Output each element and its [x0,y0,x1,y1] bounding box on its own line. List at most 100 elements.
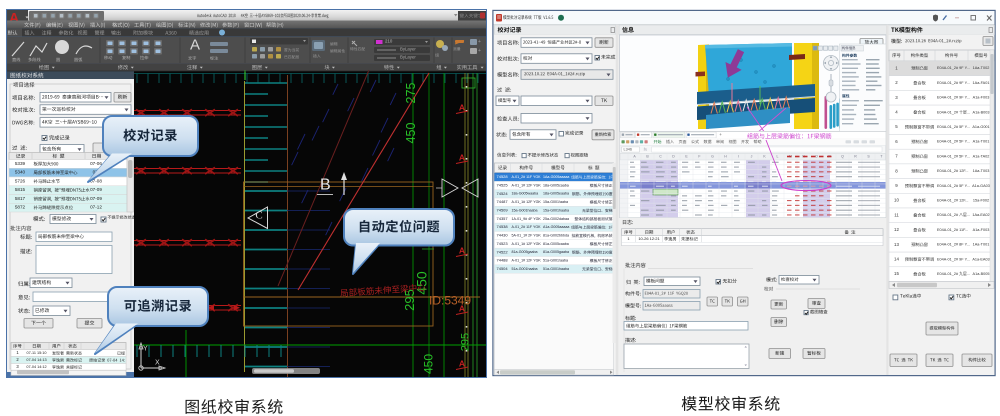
svg-text:07-04 14:12: 07-04 14:12 [26,365,46,369]
svg-text:74488: 74488 [497,258,509,263]
svg-text:+: + [478,48,481,54]
svg-text:74523: 74523 [497,241,509,246]
svg-text:275: 275 [404,83,418,104]
svg-text:15a-G001haaba: 15a-G001haaba [543,208,569,212]
svg-text:74525: 74525 [497,182,509,187]
svg-text:18a-G005eaaba: 18a-G005eaaba [543,192,569,196]
svg-text:A: A [459,246,465,256]
svg-text:1Aa-T002: 1Aa-T002 [973,66,990,70]
svg-text:81a-G005gaaba: 81a-G005gaaba [543,250,569,254]
svg-text:E04A-01_2# 9F Y...: E04A-01_2# 9F Y... [937,66,970,70]
svg-text:ByLayer: ByLayer [400,47,416,52]
svg-text:07-11 15:10: 07-11 15:10 [27,351,47,355]
svg-text:F: F [698,155,700,159]
svg-text:1A-01_9# 4F YGK: 1A-01_9# 4F YGK [512,217,542,221]
svg-text:5726: 5726 [15,178,26,183]
svg-text:I: I [738,155,739,159]
svg-text:81a-G002bbbda: 81a-G002bbbda [543,233,569,237]
svg-text:L: L [777,155,779,159]
svg-text:74509: 74509 [497,208,509,213]
svg-text:13: 13 [894,242,899,247]
svg-text:07-12: 07-12 [90,205,102,210]
svg-text:5339: 5339 [15,161,26,166]
svg-text:E04A-01_2# 九层...: E04A-01_2# 九层... [937,271,970,276]
svg-text:07-09: 07-09 [90,187,102,192]
svg-text:Y: Y [143,345,148,352]
svg-text:74528: 74528 [497,174,509,179]
svg-text:74430: 74430 [497,233,509,238]
svg-text:74538: 74538 [497,224,509,229]
svg-text:14: 14 [894,257,899,262]
svg-text:11: 11 [894,212,899,217]
svg-text:A1a-G001: A1a-G001 [972,125,989,129]
svg-text:A-01_1# 12F YGK: A-01_1# 12F YGK [512,259,542,263]
svg-text:A1a-F003: A1a-F003 [973,96,990,100]
svg-text:74524: 74524 [497,191,509,196]
svg-text:210: 210 [385,39,393,44]
svg-text:12: 12 [894,227,899,232]
svg-text:07-06: 07-06 [90,161,102,166]
svg-text:Q: Q [841,155,844,159]
svg-text:E04A-01_2# 12F...: E04A-01_2# 12F... [937,198,968,202]
svg-text:E04A-01_2# 5F Y...: E04A-01_2# 5F Y... [937,184,970,188]
svg-text:A1a-B005: A1a-B005 [973,272,990,276]
svg-text:A1a-G005aaaaa: A1a-G005aaaaa [543,225,569,229]
svg-text:J: J [751,155,753,159]
svg-text:5A-01_1# 2F YGK: 5A-01_1# 2F YGK [512,233,542,237]
svg-text:1Aa-EA02: 1Aa-EA02 [972,213,989,217]
svg-text:18a-G005caaba: 18a-G005caaba [543,183,569,187]
svg-text:A-01_1# 12F YGK: A-01_1# 12F YGK [512,183,542,187]
svg-text:15a-F002: 15a-F002 [973,198,989,202]
svg-text:1Aa-T001: 1Aa-T001 [973,243,990,247]
svg-text:E04A-01_2# 八层...: E04A-01_2# 八层... [937,212,970,217]
svg-text:A: A [459,359,465,369]
svg-text:74522: 74522 [497,249,509,254]
svg-text:81a-G005gaaba: 81a-G005gaaba [512,250,538,254]
svg-text:1Aa-G005aaaaa: 1Aa-G005aaaaa [543,175,569,179]
svg-text:A: A [190,37,200,54]
svg-text:450: 450 [421,354,435,374]
svg-text:A-01_1# 12F YGK: A-01_1# 12F YGK [512,200,542,204]
svg-text:C: C [255,210,262,222]
svg-text:O: O [815,155,818,159]
svg-text:A1a-EA03: A1a-EA03 [972,257,989,261]
svg-text:1Aa-FA01: 1Aa-FA01 [973,81,990,85]
svg-text:A1a-GA03: A1a-GA03 [972,184,990,188]
svg-text:5815: 5815 [15,187,26,192]
svg-text:295: 295 [459,333,471,351]
svg-text:15: 15 [894,271,899,276]
svg-text:E04A-01_2# 5F Y...: E04A-01_2# 5F Y... [937,125,970,129]
svg-text:A-01_1# 12F YGK: A-01_1# 12F YGK [512,242,542,246]
svg-text:450: 450 [404,123,418,144]
svg-text:74357: 74357 [497,216,509,221]
svg-text:E04A-01_2# 12F...: E04A-01_2# 12F... [937,169,968,173]
svg-text:51a-G001haaba: 51a-G001haaba [512,267,538,271]
svg-text:5340: 5340 [15,170,26,175]
svg-text:A1a-B003: A1a-B003 [973,110,990,114]
svg-text:1Aa-T003: 1Aa-T003 [973,169,990,173]
svg-text:L346: L346 [624,147,632,151]
svg-text:E04A-01_2# 9F Y...: E04A-01_2# 9F Y... [937,96,970,100]
svg-text:5817: 5817 [15,196,26,201]
svg-text:81a-G005caaba: 81a-G005caaba [543,242,569,246]
svg-text:ByLayer: ByLayer [400,55,416,60]
svg-text:A: A [459,153,465,163]
svg-text:25a-G002dabaa: 25a-G002dabaa [543,217,569,221]
svg-text:74487: 74487 [497,199,509,204]
svg-text:07-04 14:13: 07-04 14:13 [26,358,46,362]
svg-text:E04A-01_2# 8F Y...: E04A-01_2# 8F Y... [937,243,970,247]
svg-text:15a-G001!aaba: 15a-G001!aaba [543,200,568,204]
svg-text:51a-G001!aaba: 51a-G001!aaba [543,259,568,263]
svg-text:E04A-01_2# 9F Y...: E04A-01_2# 9F Y... [937,257,970,261]
svg-text:E04A-01_2# 5F Y...: E04A-01_2# 5F Y... [937,154,970,158]
svg-text:+: + [719,132,722,137]
svg-text:18a-G005waaba: 18a-G005waaba [512,192,539,196]
svg-text:15a-G001haaba: 15a-G001haaba [512,208,538,212]
svg-text:B: B [320,176,331,193]
svg-text:G: G [711,155,714,159]
svg-text:A1a-TA02: A1a-TA02 [973,154,990,158]
svg-text:A1a-F003: A1a-F003 [973,228,990,232]
svg-text:ID:5349: ID:5349 [429,293,471,307]
svg-text:74504: 74504 [497,266,509,271]
svg-text:51a-G001haaba: 51a-G001haaba [543,267,569,271]
